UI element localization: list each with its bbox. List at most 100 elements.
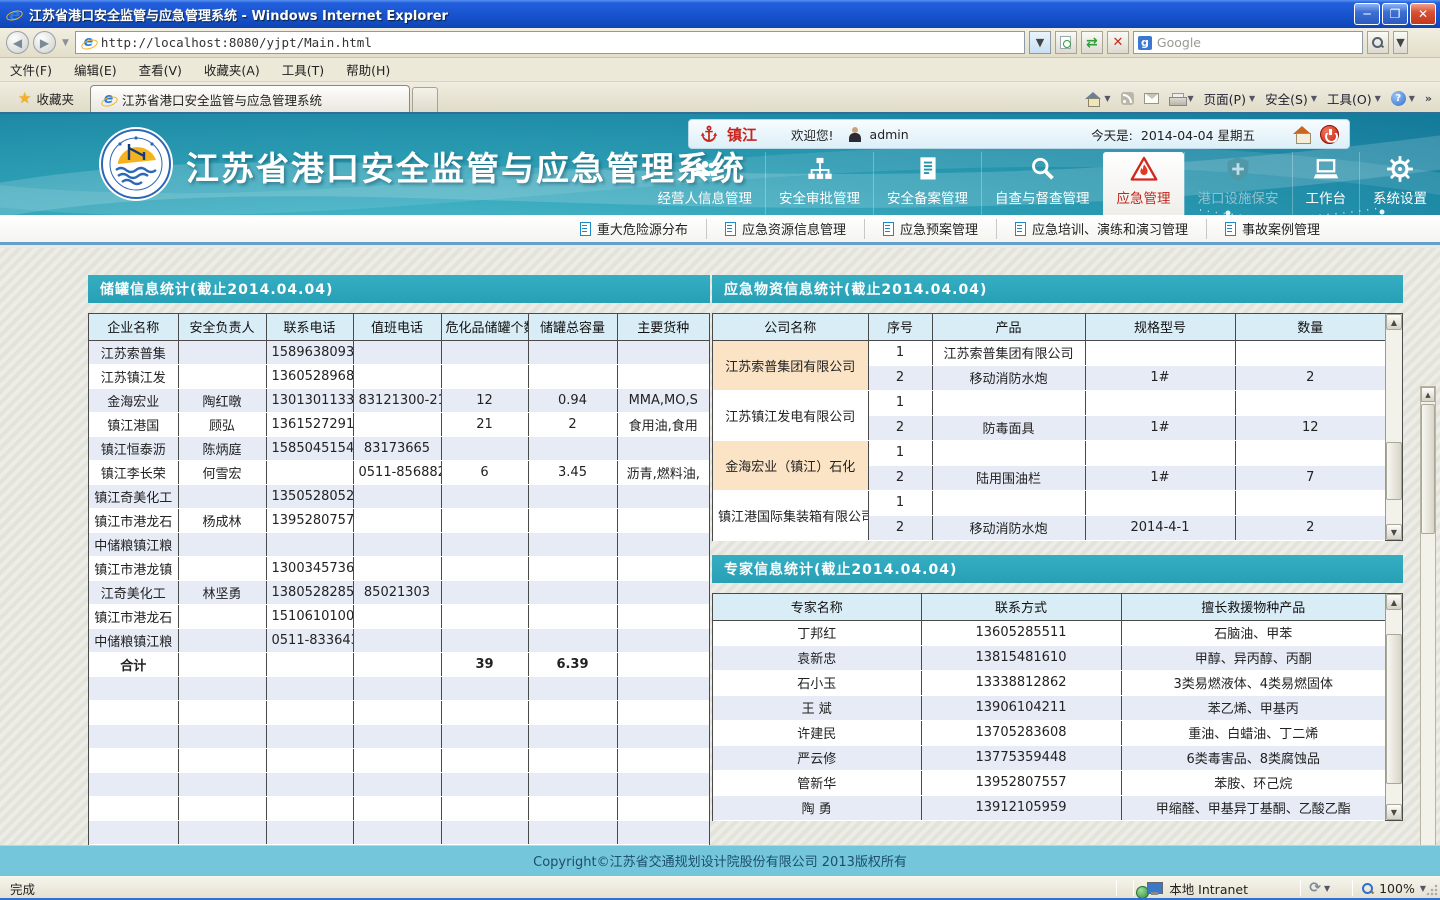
table-cell: 13705283608	[921, 720, 1121, 745]
back-button[interactable]: ◀	[6, 31, 29, 54]
mail-icon	[1144, 93, 1159, 104]
materiel-table: 公司名称序号产品规格型号数量 江苏索普集团有限公司1江苏索普集团有限公司2移动消…	[713, 314, 1385, 541]
table-cell: 3类易燃液体、4类易燃固体	[1121, 670, 1385, 695]
table-cell: 镇江市港龙石	[89, 508, 178, 532]
content-area: 储罐信息统计(截止2014.04.04) 企业名称安全负责人联系电话值班电话危化…	[0, 248, 1440, 847]
menu-item[interactable]: 帮助(H)	[346, 60, 390, 79]
menu-item[interactable]: 工具(T)	[282, 60, 324, 79]
scroll-down-icon[interactable]: ▼	[1386, 524, 1402, 540]
table-cell: 2	[868, 415, 932, 440]
document-icon	[580, 222, 591, 236]
nav-item[interactable]: 港口设施保安	[1184, 152, 1292, 215]
nav-item[interactable]: 安全备案管理	[873, 152, 981, 215]
print-button[interactable]: ▼	[1169, 93, 1194, 105]
address-dropdown-button[interactable]: ▼	[1029, 31, 1051, 54]
ie-logo-icon: e	[6, 6, 23, 23]
tab-favicon: e	[101, 92, 116, 107]
materiel-scrollbar[interactable]: ▲ ▼	[1385, 314, 1402, 540]
table-cell: 移动消防水炮	[932, 365, 1085, 390]
favorites-button[interactable]: ★ 收藏夹	[6, 85, 86, 111]
nav-item[interactable]: 安全审批管理	[765, 152, 873, 215]
scroll-up-icon[interactable]: ▲	[1386, 314, 1402, 330]
menu-item[interactable]: 编辑(E)	[74, 60, 117, 79]
table-cell	[528, 748, 617, 772]
subnav-item[interactable]: 应急资源信息管理	[706, 219, 864, 239]
table-cell: 苯乙烯、甲基丙	[1121, 695, 1385, 720]
scroll-up-icon[interactable]: ▲	[1421, 387, 1435, 402]
compatibility-button[interactable]	[1055, 31, 1077, 54]
home-button[interactable]: ▼	[1085, 92, 1110, 105]
overflow-chevron-icon[interactable]: »	[1425, 92, 1430, 105]
feeds-button[interactable]	[1121, 92, 1134, 105]
table-cell: 移动消防水炮	[932, 515, 1085, 540]
table-cell	[441, 676, 528, 700]
users-icon	[691, 155, 719, 183]
nav-item[interactable]: 经营人信息管理	[645, 152, 766, 215]
nav-item[interactable]: 工作台	[1292, 152, 1360, 215]
materiel-table-header: 公司名称序号产品规格型号数量	[713, 314, 1385, 340]
table-cell	[353, 532, 441, 556]
table-row	[89, 820, 709, 844]
page-scrollbar[interactable]: ▲ ▼	[1420, 386, 1436, 900]
table-cell: 石小玉	[713, 670, 921, 695]
subnav-item[interactable]: 应急预案管理	[864, 219, 996, 239]
menu-item[interactable]: 收藏夹(A)	[204, 60, 260, 79]
menu-item[interactable]: 文件(F)	[10, 60, 52, 79]
subnav-item[interactable]: 重大危险源分布	[562, 219, 706, 239]
table-cell	[617, 340, 709, 364]
table-cell: 许建民	[713, 720, 921, 745]
table-cell: 15106101006	[266, 604, 353, 628]
table-cell	[528, 604, 617, 628]
history-dropdown-icon[interactable]: ▼	[62, 38, 69, 48]
logout-power-icon[interactable]	[1320, 125, 1339, 144]
tools-menu-button[interactable]: 工具(O)▼	[1327, 89, 1381, 108]
subnav-item[interactable]: 事故案例管理	[1206, 219, 1338, 239]
search-button[interactable]	[1367, 31, 1389, 54]
scroll-thumb[interactable]	[1386, 442, 1402, 500]
nav-item-label: 工作台	[1306, 187, 1347, 207]
expert-scrollbar[interactable]: ▲ ▼	[1385, 594, 1402, 820]
safety-menu-button[interactable]: 安全(S)▼	[1265, 89, 1317, 108]
search-options-dropdown[interactable]: ▼	[1393, 31, 1408, 54]
stop-button[interactable]: ✕	[1107, 31, 1129, 54]
page-menu-button[interactable]: 页面(P)▼	[1204, 89, 1255, 108]
table-row: 镇江恒泰沥陈炳庭1585045154883173665	[89, 436, 709, 460]
tank-table: 企业名称安全负责人联系电话值班电话危化品储罐个数储罐总容量主要货种 江苏索普集1…	[89, 314, 709, 845]
nav-item[interactable]: 系统设置	[1359, 152, 1440, 215]
resize-grip[interactable]	[1426, 884, 1438, 896]
scroll-down-icon[interactable]: ▼	[1386, 804, 1402, 820]
minimize-button[interactable]: ─	[1354, 3, 1380, 25]
table-cell: 2	[868, 365, 932, 390]
tank-panel-title: 储罐信息统计(截止2014.04.04)	[88, 275, 710, 303]
new-tab-button[interactable]	[412, 87, 438, 112]
browser-tab[interactable]: e 江苏省港口安全监管与应急管理系统	[90, 85, 410, 112]
nav-item[interactable]: 应急管理	[1103, 152, 1184, 215]
table-cell	[441, 796, 528, 820]
sub-nav: 重大危险源分布应急资源信息管理应急预案管理应急培训、演练和演习管理事故案例管理	[0, 215, 1440, 245]
table-cell: 13338812862	[921, 670, 1121, 695]
refresh-button[interactable]: ⇄	[1081, 31, 1103, 54]
table-cell: 沥青,燃料油,	[617, 460, 709, 484]
table-cell: MMA,MO,S	[617, 388, 709, 412]
portal-home-icon[interactable]	[1293, 126, 1312, 142]
scroll-up-icon[interactable]: ▲	[1386, 594, 1402, 610]
table-cell	[1235, 440, 1385, 465]
table-cell: 2	[1235, 365, 1385, 390]
scroll-thumb[interactable]	[1421, 404, 1435, 534]
scroll-thumb[interactable]	[1386, 634, 1402, 784]
menu-item[interactable]: 查看(V)	[139, 60, 182, 79]
search-input[interactable]: g Google	[1133, 31, 1363, 54]
table-row: 中储粮镇江粮0511-833643	[89, 628, 709, 652]
address-input[interactable]: e http://localhost:8080/yjpt/Main.html	[75, 31, 1025, 54]
mail-button[interactable]	[1144, 93, 1159, 104]
subnav-item[interactable]: 应急培训、演练和演习管理	[996, 219, 1206, 239]
nav-item[interactable]: 自查与督查管理	[981, 152, 1103, 215]
column-header: 企业名称	[89, 314, 178, 340]
protected-mode-button[interactable]: ⟳ ▼	[1309, 880, 1330, 896]
help-button[interactable]: ?▼	[1391, 91, 1415, 106]
search-placeholder: Google	[1157, 35, 1201, 50]
restore-button[interactable]: ❐	[1382, 3, 1408, 25]
forward-button[interactable]: ▶	[33, 31, 56, 54]
table-cell: 镇江奇美化工	[89, 484, 178, 508]
close-button[interactable]: ✕	[1410, 3, 1436, 25]
